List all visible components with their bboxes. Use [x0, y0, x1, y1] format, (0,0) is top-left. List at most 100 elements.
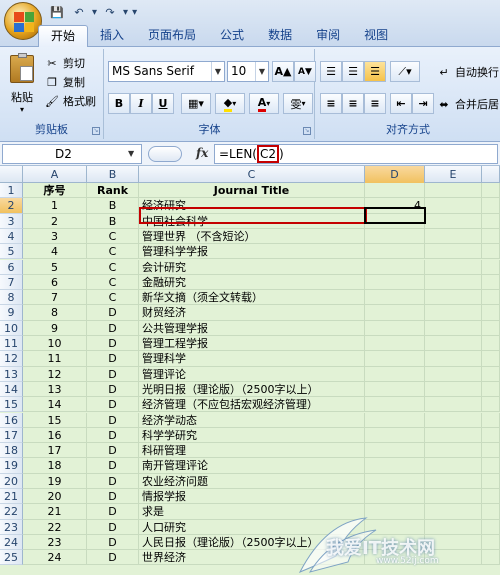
- cell-b[interactable]: D: [87, 473, 139, 489]
- tab-home[interactable]: 开始: [38, 25, 89, 47]
- column-header-f[interactable]: [482, 166, 500, 183]
- cell-b[interactable]: D: [87, 381, 139, 398]
- worksheet-grid[interactable]: A B C D E 1 序号 Rank Journal Title 2 1 B 经济研究 4 3 2…: [0, 166, 500, 575]
- cell-d[interactable]: [365, 320, 425, 336]
- cell-d[interactable]: [365, 519, 425, 535]
- cell-c[interactable]: 管理评论: [139, 366, 365, 382]
- column-header-d[interactable]: D: [365, 166, 425, 183]
- cell-f[interactable]: [482, 366, 500, 382]
- cell-f[interactable]: [482, 473, 500, 489]
- cell-a[interactable]: 14: [23, 397, 87, 413]
- column-header-e[interactable]: E: [425, 166, 482, 183]
- office-button[interactable]: [4, 2, 42, 40]
- cell-d[interactable]: [365, 351, 425, 367]
- cell-b[interactable]: D: [87, 534, 139, 551]
- cell-e[interactable]: [425, 550, 482, 566]
- row-header[interactable]: 7: [0, 274, 23, 291]
- cell-f[interactable]: [482, 320, 500, 336]
- redo-icon[interactable]: ↷: [101, 4, 119, 20]
- cell-f[interactable]: [482, 397, 500, 413]
- merge-center-button[interactable]: ⬌ 合并后居: [436, 96, 499, 112]
- cell-b[interactable]: C: [87, 274, 139, 291]
- row-header[interactable]: 2: [0, 198, 23, 214]
- cell-d[interactable]: [365, 489, 425, 505]
- cell-f[interactable]: [482, 336, 500, 352]
- row-header[interactable]: 25: [0, 550, 23, 566]
- cell-a[interactable]: 19: [23, 473, 87, 489]
- cell-e[interactable]: [425, 366, 482, 382]
- cell-c[interactable]: 科学学研究: [139, 427, 365, 444]
- cell-a[interactable]: 4: [23, 244, 87, 260]
- cell-b[interactable]: D: [87, 489, 139, 505]
- cell-f[interactable]: [482, 351, 500, 367]
- clipboard-launcher-icon[interactable]: ↘: [92, 127, 100, 135]
- cell-c[interactable]: 经济管理（不应包括宏观经济管理）: [139, 397, 365, 413]
- cell-b[interactable]: D: [87, 412, 139, 428]
- cell-d[interactable]: [365, 427, 425, 444]
- cell-c[interactable]: 世界经济: [139, 550, 365, 566]
- wrap-text-button[interactable]: ↵ 自动换行: [436, 64, 499, 80]
- cell-a[interactable]: 17: [23, 443, 87, 459]
- underline-button[interactable]: U: [152, 93, 174, 114]
- cell-b[interactable]: D: [87, 351, 139, 367]
- cell-a[interactable]: 3: [23, 228, 87, 245]
- cell-b[interactable]: D: [87, 458, 139, 474]
- shrink-font-button[interactable]: A▼: [294, 61, 316, 82]
- undo-icon[interactable]: ↶: [70, 4, 88, 20]
- fill-color-button[interactable]: ◆ ▾: [215, 93, 245, 114]
- cell-f[interactable]: [482, 489, 500, 505]
- row-header[interactable]: 9: [0, 305, 23, 321]
- cell-f[interactable]: [482, 244, 500, 260]
- phonetic-button[interactable]: 雯 ▾: [283, 93, 313, 114]
- row-header[interactable]: 19: [0, 458, 23, 474]
- cell-e[interactable]: [425, 274, 482, 291]
- cell-d[interactable]: [365, 366, 425, 382]
- row-header[interactable]: 22: [0, 504, 23, 520]
- cell-c[interactable]: 经济学动态: [139, 412, 365, 428]
- format-painter-button[interactable]: 🖌 格式刷: [44, 93, 96, 109]
- cell-e[interactable]: [425, 305, 482, 321]
- orientation-button[interactable]: ⟋▾: [390, 61, 420, 82]
- cell-c[interactable]: 管理世界 （不含短论）: [139, 228, 365, 245]
- cell-a[interactable]: 21: [23, 504, 87, 520]
- cell-c[interactable]: 农业经济问题: [139, 473, 365, 489]
- cell-c[interactable]: 管理科学: [139, 351, 365, 367]
- name-box[interactable]: D2: [2, 144, 142, 164]
- cell-b[interactable]: D: [87, 504, 139, 520]
- row-header[interactable]: 17: [0, 427, 23, 444]
- formula-bar-resize-handle[interactable]: [148, 146, 182, 162]
- insert-function-icon[interactable]: fx: [196, 146, 208, 160]
- cell-f[interactable]: [482, 443, 500, 459]
- tab-insert[interactable]: 插入: [88, 25, 136, 47]
- customize-qat-icon[interactable]: ▾: [132, 7, 137, 18]
- row-header[interactable]: 8: [0, 290, 23, 306]
- chevron-down-icon[interactable]: ▼: [128, 149, 134, 158]
- cell-b[interactable]: D: [87, 519, 139, 535]
- cell-a[interactable]: 9: [23, 320, 87, 336]
- tab-data[interactable]: 数据: [256, 25, 304, 47]
- cell-d[interactable]: [365, 397, 425, 413]
- cell-b[interactable]: B: [87, 213, 139, 229]
- increase-indent-button[interactable]: ⇥: [412, 93, 434, 114]
- cell-a[interactable]: 10: [23, 336, 87, 352]
- cell-f[interactable]: [482, 519, 500, 535]
- cell-d[interactable]: [365, 244, 425, 260]
- row-header[interactable]: 3: [0, 213, 23, 229]
- row-header[interactable]: 12: [0, 351, 23, 367]
- align-right-button[interactable]: ≡: [364, 93, 386, 114]
- cell-e[interactable]: [425, 351, 482, 367]
- cell-c[interactable]: 光明日报（理论版）（2500字以上）: [139, 381, 365, 398]
- cell-e[interactable]: [425, 320, 482, 336]
- cell-e[interactable]: [425, 519, 482, 535]
- cell-c[interactable]: 情报学报: [139, 489, 365, 505]
- cell-f[interactable]: [482, 290, 500, 306]
- cell-f[interactable]: [482, 458, 500, 474]
- cell-f[interactable]: [482, 305, 500, 321]
- cell-e[interactable]: [425, 489, 482, 505]
- cell-a[interactable]: 15: [23, 412, 87, 428]
- cell-e[interactable]: [425, 198, 482, 214]
- cell-e[interactable]: [425, 381, 482, 398]
- column-header-c[interactable]: C: [139, 166, 365, 183]
- cell-a[interactable]: 序号: [23, 183, 87, 199]
- cell-e[interactable]: [425, 443, 482, 459]
